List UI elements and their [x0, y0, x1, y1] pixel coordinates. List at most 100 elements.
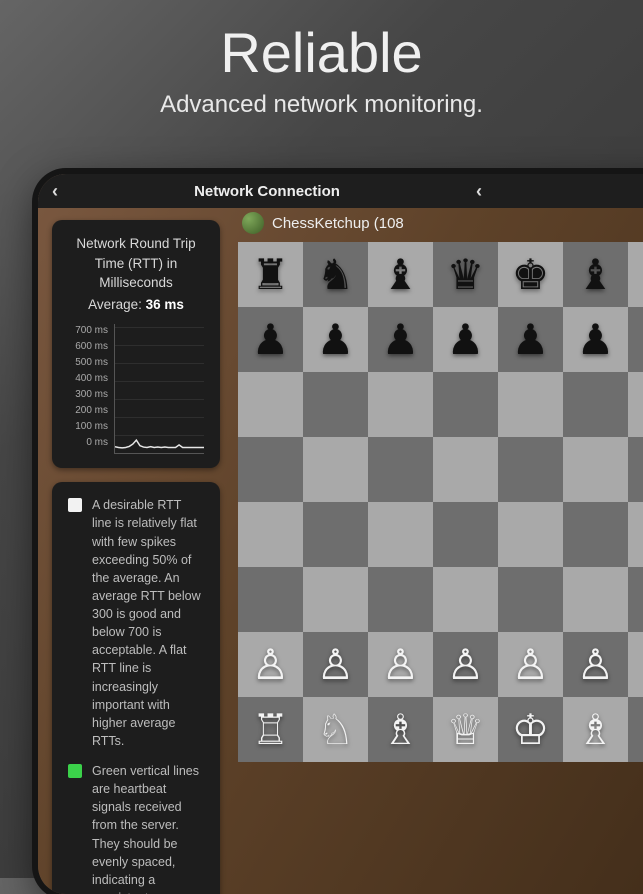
chess-piece-icon[interactable]: ♙: [447, 640, 485, 689]
game-back-button[interactable]: ‹: [462, 181, 496, 202]
board-square[interactable]: ♙: [433, 632, 498, 697]
chess-piece-icon[interactable]: ♞: [317, 250, 355, 299]
chess-piece-icon[interactable]: ♟: [577, 315, 615, 364]
board-square[interactable]: ♟: [563, 307, 628, 372]
legend-green-text: Green vertical lines are heartbeat signa…: [92, 762, 204, 894]
board-square[interactable]: [238, 372, 303, 437]
back-button[interactable]: ‹: [38, 181, 72, 202]
chess-piece-icon[interactable]: ♝: [577, 250, 615, 299]
chart-tick: 200 ms: [68, 404, 114, 419]
chess-piece-icon[interactable]: ♔: [512, 705, 550, 754]
chess-piece-icon[interactable]: ♙: [577, 640, 615, 689]
board-square[interactable]: ♟: [498, 307, 563, 372]
chess-piece-icon[interactable]: ♟: [512, 315, 550, 364]
chess-piece-icon[interactable]: ♖: [252, 705, 290, 754]
board-square[interactable]: ♘: [303, 697, 368, 762]
chess-piece-icon[interactable]: ♙: [382, 640, 420, 689]
chess-piece-icon[interactable]: ♗: [382, 705, 420, 754]
chess-piece-icon[interactable]: ♛: [447, 250, 485, 299]
chart-title: Network Round Trip Time (RTT) in Millise…: [68, 234, 204, 293]
board-square[interactable]: [628, 437, 643, 502]
chess-piece-icon[interactable]: ♟: [252, 315, 290, 364]
chess-piece-icon[interactable]: ♟: [447, 315, 485, 364]
board-square[interactable]: [498, 567, 563, 632]
board-square[interactable]: ♙: [563, 632, 628, 697]
chess-piece-icon[interactable]: ♟: [317, 315, 355, 364]
chess-piece-icon[interactable]: ♟: [382, 315, 420, 364]
chess-piece-icon[interactable]: ♝: [382, 250, 420, 299]
board-square[interactable]: ♖: [238, 697, 303, 762]
panel-title: Network Connection: [72, 183, 462, 200]
board-square[interactable]: [238, 437, 303, 502]
chess-board[interactable]: ♜♞♝♛♚♝♞♜♟♟♟♟♟♟♟♟♙♙♙♙♙♙♙♙♖♘♗♕♔♗♘♖: [238, 242, 643, 762]
chess-piece-icon[interactable]: ♙: [252, 640, 290, 689]
board-square[interactable]: ♞: [303, 242, 368, 307]
board-square[interactable]: [303, 502, 368, 567]
board-square[interactable]: ♜: [238, 242, 303, 307]
board-square[interactable]: [563, 437, 628, 502]
board-square[interactable]: ♚: [498, 242, 563, 307]
board-square[interactable]: [238, 567, 303, 632]
network-panel: Network Round Trip Time (RTT) in Millise…: [38, 208, 234, 894]
board-square[interactable]: [563, 567, 628, 632]
board-square[interactable]: [563, 372, 628, 437]
board-square[interactable]: [563, 502, 628, 567]
chess-piece-icon[interactable]: ♕: [447, 705, 485, 754]
board-square[interactable]: ♘: [628, 697, 643, 762]
opponent-bar: ChessKetchup (108: [234, 208, 643, 238]
board-square[interactable]: ♔: [498, 697, 563, 762]
chess-piece-icon[interactable]: ♙: [317, 640, 355, 689]
chess-piece-icon[interactable]: ♘: [317, 705, 355, 754]
board-square[interactable]: ♙: [303, 632, 368, 697]
chart-tick: 0 ms: [68, 436, 114, 451]
board-square[interactable]: [628, 567, 643, 632]
board-square[interactable]: ♟: [368, 307, 433, 372]
board-square[interactable]: [368, 372, 433, 437]
board-square[interactable]: [303, 372, 368, 437]
board-square[interactable]: [368, 502, 433, 567]
chess-piece-icon[interactable]: ♚: [512, 250, 550, 299]
chart-tick: 100 ms: [68, 420, 114, 435]
board-square[interactable]: ♗: [368, 697, 433, 762]
chart-plot: [114, 324, 204, 454]
chess-piece-icon[interactable]: ♗: [577, 705, 615, 754]
board-square[interactable]: [433, 372, 498, 437]
board-square[interactable]: [303, 567, 368, 632]
toolbar: ‹ Network Connection ‹: [38, 174, 643, 208]
marketing-subtitle: Advanced network monitoring.: [0, 91, 643, 119]
board-square[interactable]: ♟: [303, 307, 368, 372]
board-square[interactable]: [433, 502, 498, 567]
board-square[interactable]: ♕: [433, 697, 498, 762]
board-square[interactable]: [498, 372, 563, 437]
board-square[interactable]: ♙: [628, 632, 643, 697]
marketing-title: Reliable: [0, 20, 643, 85]
board-square[interactable]: ♙: [238, 632, 303, 697]
board-square[interactable]: ♝: [368, 242, 433, 307]
chess-piece-icon[interactable]: ♙: [512, 640, 550, 689]
board-square[interactable]: [628, 502, 643, 567]
board-square[interactable]: [498, 437, 563, 502]
chevron-left-icon: ‹: [476, 181, 482, 201]
legend-green: Green vertical lines are heartbeat signa…: [68, 762, 204, 894]
board-square[interactable]: [433, 437, 498, 502]
board-square[interactable]: [498, 502, 563, 567]
chess-piece-icon[interactable]: ♜: [252, 250, 290, 299]
opponent-avatar-icon: [242, 212, 264, 234]
board-square[interactable]: ♙: [498, 632, 563, 697]
board-square[interactable]: [368, 567, 433, 632]
board-square[interactable]: ♟: [238, 307, 303, 372]
board-square[interactable]: ♟: [628, 307, 643, 372]
board-square[interactable]: ♟: [433, 307, 498, 372]
board-square[interactable]: [628, 372, 643, 437]
legend-white: A desirable RTT line is relatively flat …: [68, 496, 204, 750]
board-square[interactable]: ♙: [368, 632, 433, 697]
board-square[interactable]: ♞: [628, 242, 643, 307]
board-square[interactable]: [238, 502, 303, 567]
board-square[interactable]: ♗: [563, 697, 628, 762]
board-square[interactable]: [368, 437, 433, 502]
legend-white-text: A desirable RTT line is relatively flat …: [92, 496, 204, 750]
board-square[interactable]: [433, 567, 498, 632]
board-square[interactable]: ♛: [433, 242, 498, 307]
board-square[interactable]: [303, 437, 368, 502]
board-square[interactable]: ♝: [563, 242, 628, 307]
